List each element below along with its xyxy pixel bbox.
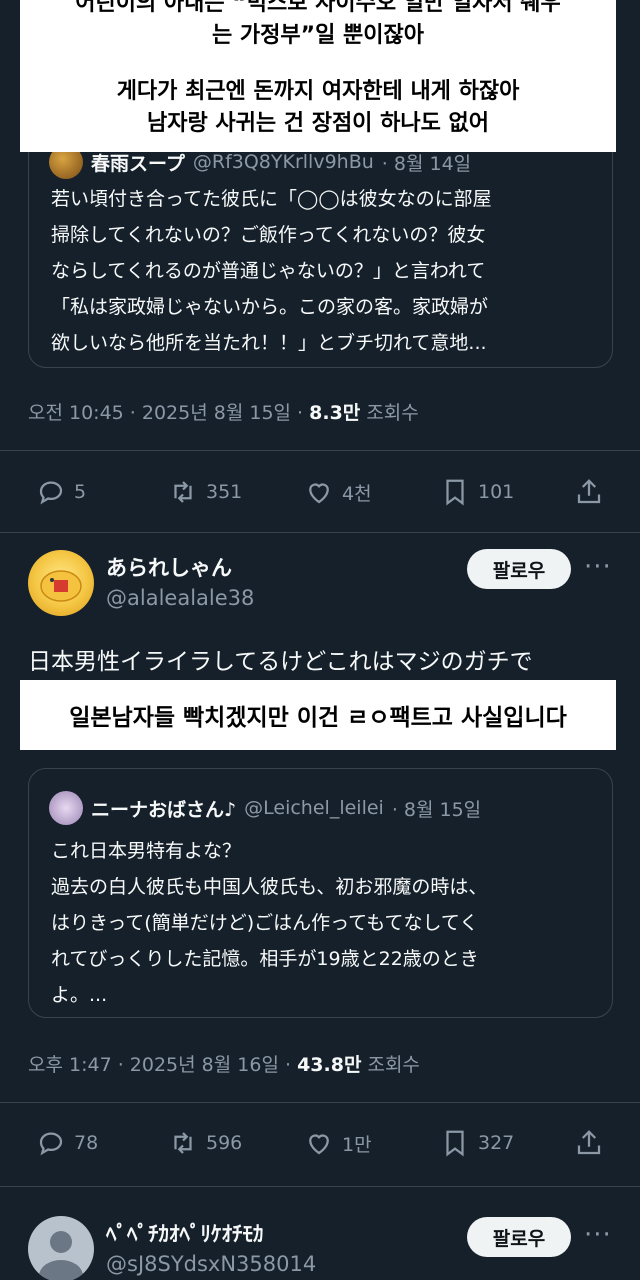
repost-button[interactable]: 596 [168,1128,242,1158]
reply-count: 5 [74,481,87,503]
reply-button[interactable]: 5 [36,477,86,507]
default-avatar-icon [39,1231,83,1280]
author-name[interactable]: あられしゃん [106,552,232,582]
avatar [49,791,83,825]
text-line: 掃除してくれないの？ご飯作ってくれないの？彼女 [51,224,486,246]
reply-icon [39,1132,63,1156]
quoted-tweet-header: ニーナおばさん♪ @Leichel_leilei · 8월 15일 [49,791,481,825]
pig-icon [40,570,82,602]
timestamp-text: 오전 10:45 · 2025년 8월 15일 · [28,402,304,424]
avatar[interactable] [28,1216,94,1280]
author-handle[interactable]: @sJ8SYdsxN358014 [106,1252,316,1276]
view-label: 조회수 [366,402,419,424]
tweet-timestamp[interactable]: 오전 10:45 · 2025년 8월 15일 · 8.3만 조회수 [28,398,419,425]
text-line: 過去の白人彼氏も中国人彼氏も、初お邪魔の時は、 [51,876,488,898]
tweet-actions: 5 351 4천 101 [0,477,640,517]
view-count: 8.3만 [309,402,361,424]
text-line: 若い頃付き合ってた彼氏に「◯◯は彼女なのに部屋 [51,188,492,210]
text-line: 「私は家政婦じゃないから。この家の客。家政婦が [51,296,489,318]
heart-icon [309,1134,329,1155]
divider [0,532,640,533]
follow-button[interactable]: 팔로우 [467,1217,571,1257]
heart-icon [309,483,329,504]
bookmark-button[interactable]: 327 [440,1128,514,1158]
tweet-timestamp[interactable]: 오후 1:47 · 2025년 8월 16일 · 43.8만 조회수 [28,1050,420,1077]
text-line: れてびっくりした記憶。相手が19歳と22歳のとき [51,948,479,970]
text-line: これ日本男特有よな？ [51,840,242,862]
text-line: はりきって(簡単だけど)ごはん作ってもてなしてく [51,912,479,934]
more-options-icon[interactable]: ··· [584,1220,612,1250]
more-options-icon[interactable]: ··· [584,552,612,582]
repost-count: 351 [206,481,243,503]
quoted-tweet-text: これ日本男特有よな？ 過去の白人彼氏も中国人彼氏も、初お邪魔の時は、 はりきって… [51,833,487,1013]
avatar[interactable] [28,550,94,616]
quoted-date: · 8월 14일 [381,152,472,175]
quoted-author-name: 春雨スープ [91,152,185,175]
bookmark-count: 327 [478,1132,515,1154]
bookmark-button[interactable]: 101 [440,477,514,507]
view-label: 조회수 [367,1054,420,1076]
divider [0,1186,640,1187]
quoted-author-handle: @Leichel_leilei [244,797,384,819]
text-line: ならしてくれるのが普通じゃないの？」と言われて [51,260,486,282]
reply-icon [39,481,63,505]
share-icon [577,1130,601,1155]
timestamp-text: 오후 1:47 · 2025년 8월 16일 · [28,1054,292,1076]
view-count: 43.8만 [297,1054,362,1076]
follow-button[interactable]: 팔로우 [467,549,571,589]
text-line: よ。... [51,984,108,1006]
like-button[interactable]: 4천 [304,477,372,507]
reply-button[interactable]: 78 [36,1128,98,1158]
author-handle[interactable]: @alalealale38 [106,586,254,610]
bookmark-count: 101 [478,481,515,503]
bookmark-icon [446,1130,464,1157]
caption-overlay-top: 어린이의 아내는 “빅스보 사이수오 일만 일자서 쉐우 는 가정부”일 뿐이잖… [20,0,616,152]
reply-count: 78 [74,1132,99,1154]
author-name[interactable]: ﾍﾟﾍﾟﾁｶｵﾍﾟﾘｹｵﾁﾓｶ [106,1218,264,1248]
text-line: 欲しいなら他所を当たれ！！」とブチ切れて意地... [51,332,487,354]
divider [0,450,640,451]
caption-line: 는 가정부”일 뿐이잖아 [212,23,424,48]
like-count: 1만 [342,1133,372,1156]
quoted-tweet-2[interactable]: ニーナおばさん♪ @Leichel_leilei · 8월 15일 これ日本男特… [28,768,613,1018]
share-icon [577,479,601,504]
tweet-actions: 78 596 1만 327 [0,1128,640,1168]
divider [0,1102,640,1103]
caption-overlay-middle: 일본남자들 빡치겠지만 이건 ㄹㅇ팩트고 사실입니다 [20,680,616,750]
share-button[interactable] [574,1128,604,1158]
caption-line: 어린이의 아내는 “빅스보 사이수오 일만 일자서 쉐우 [75,0,561,16]
quoted-tweet-text: 若い頃付き合ってた彼氏に「◯◯は彼女なのに部屋 掃除してくれないの？ご飯作ってく… [51,181,492,361]
quoted-author-name: ニーナおばさん♪ [91,798,237,821]
like-count: 4천 [342,482,372,505]
caption-line: 남자랑 사귀는 건 장점이 하나도 없어 [147,111,489,136]
share-button[interactable] [574,477,604,507]
caption-line: 게다가 최근엔 돈까지 여자한테 내게 하잖아 [116,79,520,104]
repost-icon [174,1132,192,1154]
repost-button[interactable]: 351 [168,477,242,507]
repost-icon [174,481,192,503]
tweet-text: 日本男性イライラしてるけどこれはマジのガチで [28,649,533,675]
repost-count: 596 [206,1132,243,1154]
quoted-date: · 8월 15일 [391,798,482,821]
bookmark-icon [446,479,464,506]
like-button[interactable]: 1만 [304,1128,372,1158]
quoted-author-handle: @Rf3Q8YKrllv9hBu [192,151,374,173]
